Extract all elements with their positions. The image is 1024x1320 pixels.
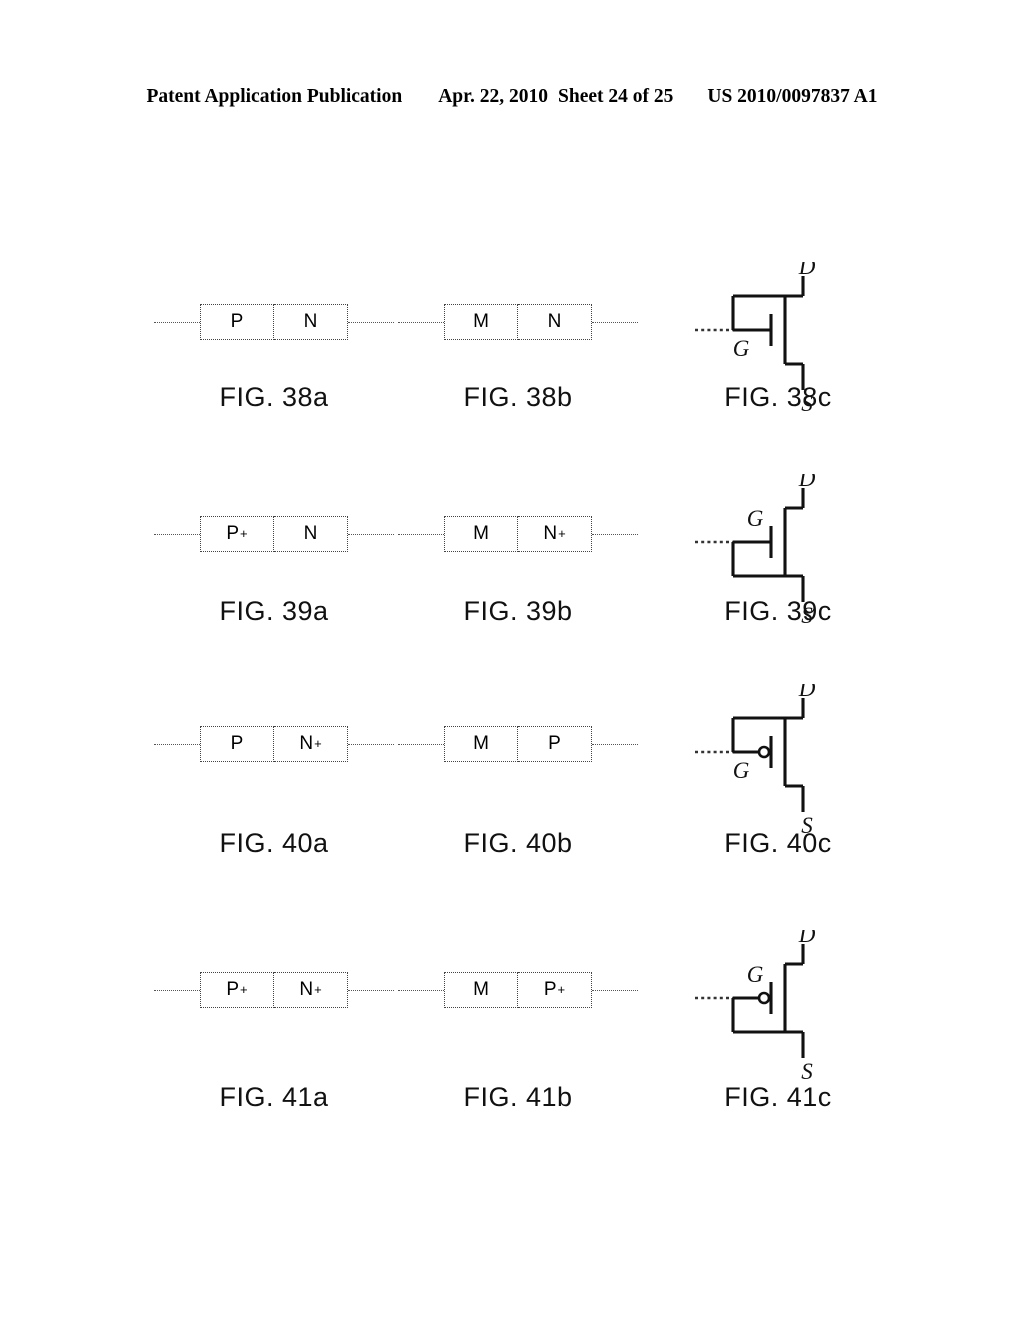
- figure-artwork: DSG: [628, 474, 928, 628]
- figure-fig-41b: M P +: [368, 930, 668, 1050]
- region-label: N: [303, 523, 318, 544]
- region-cell: M: [444, 972, 518, 1008]
- drain-terminal-label: D: [798, 684, 816, 701]
- region-label: P: [226, 523, 240, 544]
- figure-fig-39b: M N +: [368, 474, 668, 594]
- junction-block-diagram: P + N: [154, 504, 394, 564]
- region-cell: P: [200, 304, 274, 340]
- left-terminal-lead: [398, 989, 444, 991]
- figure-artwork: DSG: [628, 262, 928, 416]
- junction-block-diagram: P N +: [154, 714, 394, 774]
- mosfet-symbol: DSG: [693, 684, 863, 844]
- page-header: Patent Application Publication Apr. 22, 2…: [0, 86, 1024, 108]
- region-label: M: [473, 979, 489, 1000]
- region-cell-pair: MN: [444, 304, 592, 340]
- figure-artwork: MN: [368, 262, 668, 382]
- gate-terminal-label: G: [747, 962, 764, 987]
- region-cell: P +: [518, 972, 592, 1008]
- figure-caption: FIG. 38c: [724, 382, 832, 412]
- figure-caption: FIG. 38b: [463, 382, 573, 412]
- figure-artwork: MP: [368, 684, 668, 804]
- region-label: P: [543, 979, 557, 1000]
- source-terminal-label: S: [801, 1059, 813, 1084]
- figure-fig-41c: D S G: [628, 930, 928, 1084]
- region-label: M: [473, 523, 489, 544]
- gate-terminal-label: G: [747, 506, 764, 531]
- region-cell-pair: M N +: [444, 516, 592, 552]
- junction-block-diagram: M N +: [398, 504, 638, 564]
- header-sheet-number: Sheet 24 of 25: [558, 86, 674, 107]
- region-cell: M: [444, 516, 518, 552]
- region-cell: P +: [200, 516, 274, 552]
- region-cell: N +: [274, 972, 348, 1008]
- region-label: N: [547, 311, 562, 332]
- drain-terminal-label: D: [798, 930, 816, 947]
- region-cell-pair: P N +: [200, 726, 348, 762]
- region-label: N: [303, 311, 318, 332]
- left-terminal-lead: [154, 743, 200, 745]
- junction-block-diagram: MN: [398, 292, 638, 352]
- mosfet-symbol: D S G: [693, 930, 863, 1090]
- region-label: N: [299, 979, 314, 1000]
- drain-terminal-label: D: [798, 474, 816, 491]
- figure-artwork: DSG: [628, 684, 928, 838]
- region-cell: P +: [200, 972, 274, 1008]
- drain-terminal-label: D: [798, 262, 816, 279]
- region-cell: P: [518, 726, 592, 762]
- region-cell: N: [274, 516, 348, 552]
- figure-fig-40b: MP: [368, 684, 668, 804]
- region-cell: M: [444, 726, 518, 762]
- region-label: P: [230, 733, 244, 754]
- region-cell-pair: M P +: [444, 972, 592, 1008]
- region-cell-pair: P + N: [200, 516, 348, 552]
- header-publication-title: Patent Application Publication: [146, 86, 403, 107]
- figure-caption: FIG. 40b: [463, 828, 573, 858]
- figure-caption: FIG. 41c: [724, 1082, 832, 1112]
- junction-block-diagram: PN: [154, 292, 394, 352]
- region-cell-pair: P + N +: [200, 972, 348, 1008]
- figure-artwork: D S G: [628, 930, 928, 1084]
- gate-terminal-label: G: [733, 758, 750, 783]
- figure-artwork: M P +: [368, 930, 668, 1050]
- region-label: P: [226, 979, 240, 1000]
- left-terminal-lead: [398, 743, 444, 745]
- figure-caption: FIG. 39c: [724, 596, 832, 626]
- figure-fig-38b: MN: [368, 262, 668, 382]
- left-terminal-lead: [154, 989, 200, 991]
- figure-caption: FIG. 40c: [724, 828, 832, 858]
- region-label: N: [543, 523, 558, 544]
- header-publication-date: Apr. 22, 2010: [438, 86, 548, 107]
- region-label: P: [230, 311, 244, 332]
- gate-inversion-bubble-icon: [757, 745, 771, 759]
- junction-block-diagram: P + N +: [154, 960, 394, 1020]
- junction-block-diagram: MP: [398, 714, 638, 774]
- junction-block-diagram: M P +: [398, 960, 638, 1020]
- left-terminal-lead: [154, 533, 200, 535]
- left-terminal-lead: [398, 533, 444, 535]
- region-label: N: [299, 733, 314, 754]
- region-cell: N +: [274, 726, 348, 762]
- region-label: M: [473, 311, 489, 332]
- gate-terminal-label: G: [733, 336, 750, 361]
- gate-inversion-bubble-icon: [757, 991, 771, 1005]
- region-label: P: [548, 733, 561, 754]
- left-terminal-lead: [398, 321, 444, 323]
- figure-caption: FIG. 39b: [463, 596, 573, 626]
- region-cell: M: [444, 304, 518, 340]
- figure-fig-40c: DSG: [628, 684, 928, 838]
- region-cell: N: [518, 304, 592, 340]
- figure-artwork: M N +: [368, 474, 668, 594]
- figure-caption: FIG. 41b: [463, 1082, 573, 1112]
- region-cell: N: [274, 304, 348, 340]
- region-cell-pair: PN: [200, 304, 348, 340]
- region-cell: P: [200, 726, 274, 762]
- header-document-number: US 2010/0097837 A1: [707, 86, 878, 107]
- region-label: M: [473, 733, 489, 754]
- region-cell: N +: [518, 516, 592, 552]
- figure-fig-39c: DSG: [628, 474, 928, 628]
- left-terminal-lead: [154, 321, 200, 323]
- figure-fig-38c: DSG: [628, 262, 928, 416]
- region-cell-pair: MP: [444, 726, 592, 762]
